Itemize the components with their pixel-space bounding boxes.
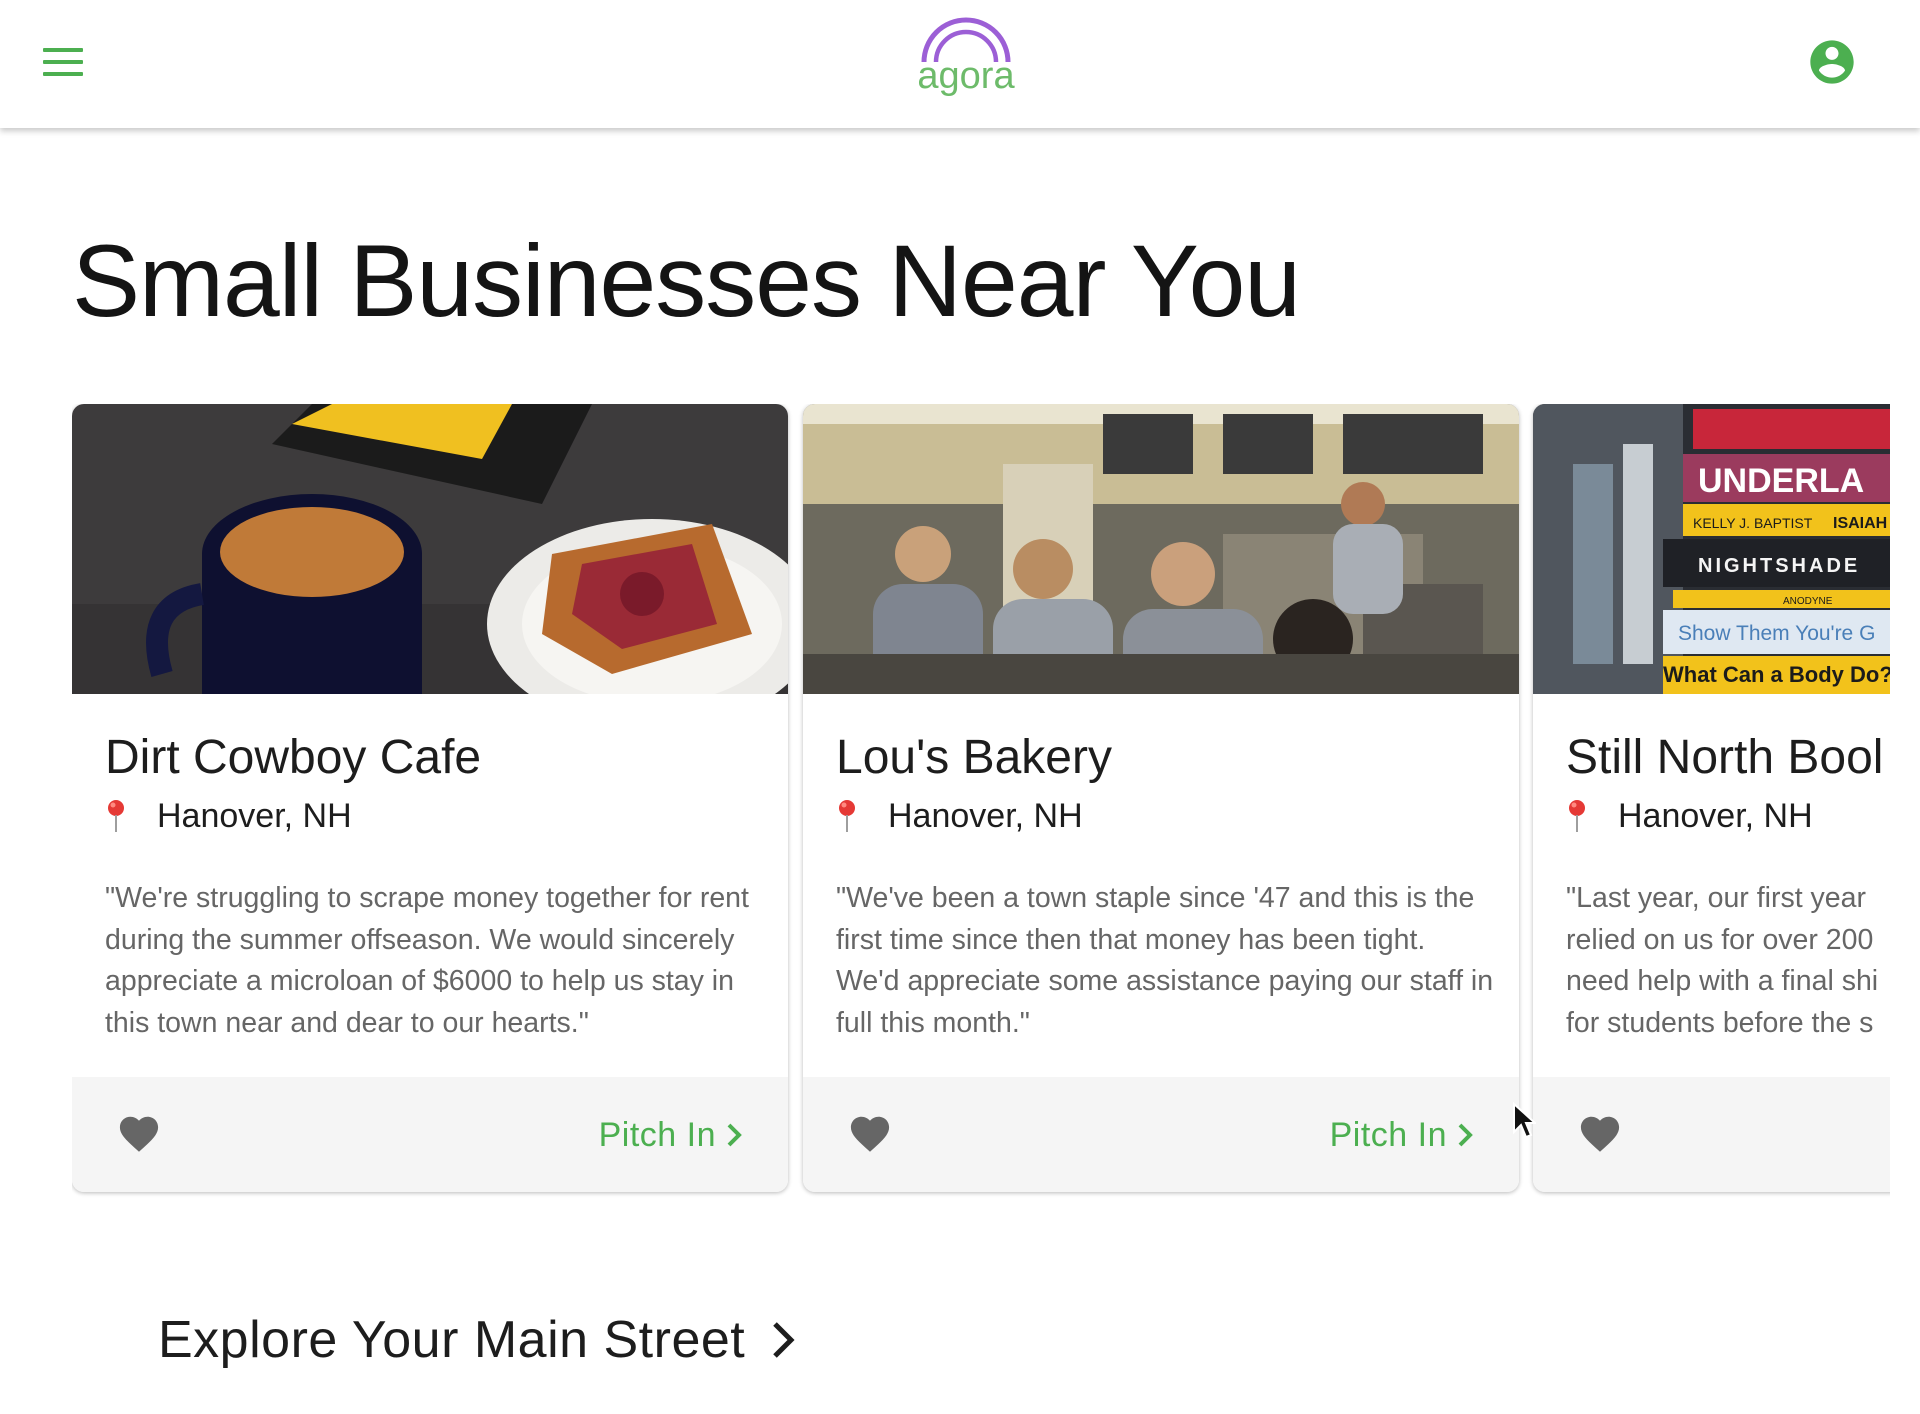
chevron-right-icon (727, 1123, 742, 1147)
hamburger-menu-icon (43, 48, 83, 76)
explore-label: Explore Your Main Street (158, 1311, 746, 1369)
pitch-in-label: Pitch In (598, 1115, 716, 1154)
business-description: "We've been a town staple since '47 and … (836, 882, 1494, 1039)
favorite-button[interactable] (847, 1111, 901, 1161)
heart-icon (850, 1116, 890, 1152)
map-pin-icon (108, 800, 124, 832)
business-name: Still North Bool (1566, 731, 1884, 784)
business-card[interactable]: UNDERLA KELLY J. BAPTIST ISAIAH NIGHTSHA… (1533, 404, 1890, 1192)
card-actions: Pitch In (803, 1077, 1519, 1192)
business-name: Dirt Cowboy Cafe (105, 731, 482, 784)
chevron-right-icon (1458, 1123, 1473, 1147)
menu-button[interactable] (30, 34, 96, 90)
heart-icon (119, 1116, 159, 1152)
logo-text: agora (917, 55, 1015, 97)
business-location: Hanover, NH (1566, 796, 1813, 836)
page-title: Small Businesses Near You (72, 224, 1301, 338)
app-bar: agora (0, 0, 1920, 128)
book-spine-text: UNDERLA (1698, 462, 1864, 500)
business-image-books: UNDERLA KELLY J. BAPTIST ISAIAH NIGHTSHA… (1533, 404, 1890, 694)
business-description: "We're struggling to scrape money togeth… (105, 882, 749, 1039)
favorite-button[interactable] (1577, 1111, 1631, 1161)
pitch-in-button[interactable]: Pitch In (599, 1107, 742, 1163)
business-name: Lou's Bakery (836, 731, 1112, 784)
favorite-button[interactable] (116, 1111, 170, 1161)
card-actions (1533, 1077, 1890, 1192)
book-spine-text: Show Them You're G (1678, 622, 1875, 645)
agora-logo[interactable]: agora (916, 16, 1016, 116)
card-actions: Pitch In (72, 1077, 788, 1192)
location-text: Hanover, NH (888, 796, 1083, 835)
explore-main-street-link[interactable]: Explore Your Main Street (158, 1310, 795, 1370)
business-location: Hanover, NH (836, 796, 1083, 836)
business-image-diner (803, 404, 1519, 694)
book-spine-text: NIGHTSHADE (1698, 555, 1860, 577)
business-location: Hanover, NH (105, 796, 352, 836)
business-card[interactable]: Lou's Bakery Hanover, NH "We've been a t… (803, 404, 1519, 1192)
pitch-in-button[interactable]: Pitch In (1330, 1107, 1473, 1163)
location-text: Hanover, NH (1618, 796, 1813, 835)
map-pin-icon (839, 800, 855, 832)
business-description: "Last year, our first year relied on us … (1566, 882, 1879, 1039)
business-card[interactable]: Dirt Cowboy Cafe Hanover, NH "We're stru… (72, 404, 788, 1192)
pitch-in-label: Pitch In (1329, 1115, 1447, 1154)
location-text: Hanover, NH (157, 796, 352, 835)
business-image-coffee-pastry (72, 404, 788, 694)
account-circle-icon (1810, 40, 1854, 84)
map-pin-icon (1569, 800, 1585, 832)
mouse-cursor-icon (1513, 1102, 1536, 1139)
book-spine-text: KELLY J. BAPTIST (1693, 515, 1813, 531)
heart-icon (1580, 1116, 1620, 1152)
book-spine-text: What Can a Body Do? (1663, 662, 1890, 687)
book-spine-text: ANODYNE (1783, 596, 1833, 607)
account-button[interactable] (1806, 36, 1858, 88)
chevron-right-icon (773, 1322, 795, 1358)
book-spine-text: ISAIAH (1833, 515, 1887, 532)
business-carousel[interactable]: Dirt Cowboy Cafe Hanover, NH "We're stru… (72, 404, 1890, 1204)
